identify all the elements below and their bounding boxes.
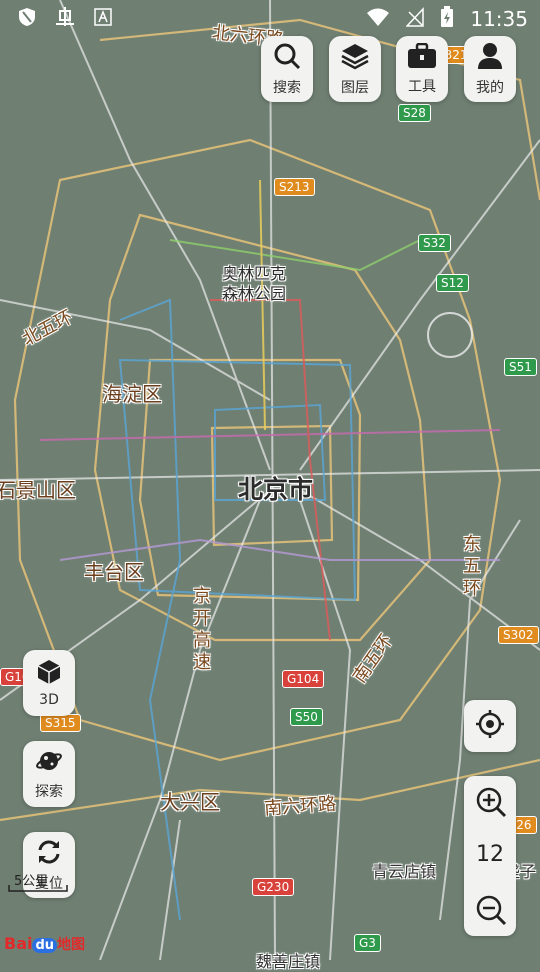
road-shield-s213: S213 (274, 178, 315, 196)
logo-text-bai: Bai (4, 934, 33, 953)
zoom-level: 12 (476, 842, 504, 867)
shield-status-icon (18, 7, 36, 31)
road-shield-s28: S28 (398, 104, 431, 122)
planet-icon (35, 748, 63, 778)
zoom-in-icon (475, 787, 507, 822)
ring5-east-label: 东五环 (463, 534, 481, 599)
zoom-control: 12 (464, 776, 516, 936)
shijingshan-label: 石景山区 (0, 478, 76, 502)
status-bar: 11:35 (0, 0, 540, 36)
baidu-logo: Bai du 地图 (4, 934, 85, 954)
search-button-label: 搜索 (273, 79, 301, 96)
bottom-town-label: 魏善庄镇 (256, 952, 321, 971)
view-3d-label: 3D (39, 691, 59, 708)
toolbox-icon (407, 42, 437, 73)
daxing-label: 大兴区 (160, 790, 220, 814)
layers-button-label: 图层 (341, 79, 369, 96)
explore-button[interactable]: 探索 (23, 741, 75, 807)
qingyundian-label: 青云店镇 (372, 862, 437, 881)
jingkai-expressway-label: 京开高速 (193, 586, 211, 673)
search-icon (273, 42, 301, 74)
font-status-icon (94, 8, 112, 30)
profile-button[interactable]: 我的 (464, 36, 516, 102)
layers-button[interactable]: 图层 (329, 36, 381, 102)
city-label: 北京市 (238, 475, 314, 504)
road-shield-g230: G230 (252, 878, 295, 896)
refresh-icon (35, 838, 63, 870)
ring6-south-label: 南六环路 (263, 793, 337, 820)
wifi-icon (366, 7, 390, 31)
zoom-in-button[interactable] (475, 786, 507, 822)
bug-status-icon (54, 6, 76, 32)
haidian-label: 海淀区 (102, 382, 162, 406)
no-signal-icon (405, 7, 425, 31)
locate-button[interactable] (464, 700, 516, 752)
fengtai-label: 丰台区 (84, 560, 144, 584)
status-time: 11:35 (470, 7, 528, 31)
crosshair-icon (475, 709, 505, 743)
road-shield-s302: S302 (498, 626, 539, 644)
olympic-park-label: 奥林匹克 森林公园 (222, 264, 287, 303)
road-shield-s50: S50 (290, 708, 323, 726)
profile-button-label: 我的 (476, 79, 504, 96)
search-button[interactable]: 搜索 (261, 36, 313, 102)
explore-label: 探索 (35, 783, 63, 800)
cube-icon (37, 659, 61, 689)
road-shield-s32: S32 (418, 234, 451, 252)
tools-button-label: 工具 (408, 78, 436, 95)
layers-icon (340, 42, 370, 74)
logo-text-map: 地图 (57, 937, 86, 953)
road-shield-g3: G3 (354, 934, 381, 952)
zoom-out-icon (475, 895, 507, 930)
tools-button[interactable]: 工具 (396, 36, 448, 102)
road-shield-s315: S315 (40, 714, 81, 732)
road-shield-s51: S51 (504, 358, 537, 376)
view-3d-button[interactable]: 3D (23, 650, 75, 716)
logo-text-du: du (32, 938, 58, 953)
battery-charging-icon (440, 6, 454, 32)
zoom-out-button[interactable] (475, 894, 507, 930)
road-shield-s12: S12 (436, 274, 469, 292)
road-shield-g104: G104 (282, 670, 325, 688)
scale-bar (8, 885, 68, 892)
user-icon (477, 42, 503, 74)
